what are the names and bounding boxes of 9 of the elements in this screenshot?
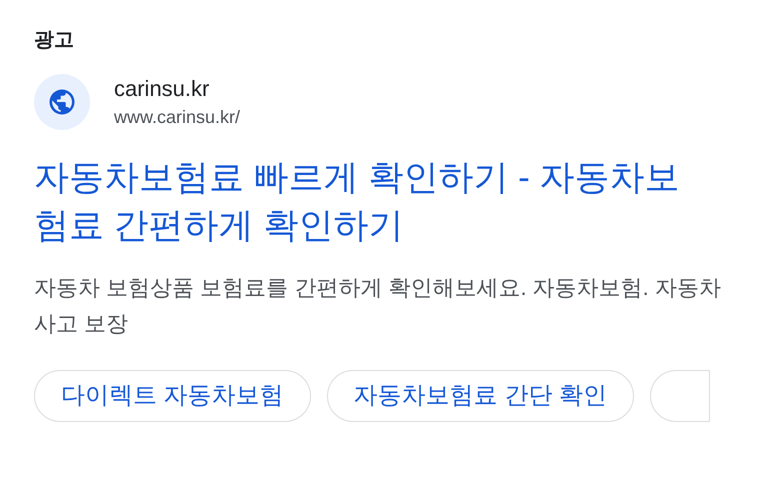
sitelink-chip[interactable]: 자동차보험료 간단 확인 bbox=[326, 370, 634, 422]
ad-title-link[interactable]: 자동차보험료 빠르게 확인하기 - 자동차보험료 간편하게 확인하기 bbox=[34, 154, 699, 250]
sitelink-chip[interactable]: 다이렉트 자동차보험 bbox=[34, 370, 311, 422]
site-url[interactable]: www.carinsu.kr/ bbox=[114, 104, 240, 130]
ad-description: 자동차 보험상품 보험료를 간편하게 확인해보세요. 자동차보험. 자동차사고 보장 bbox=[34, 274, 722, 338]
ad-label: 광고 bbox=[34, 28, 75, 53]
sitelink-chip[interactable] bbox=[650, 370, 710, 422]
site-name[interactable]: carinsu.kr bbox=[114, 74, 240, 104]
globe-icon bbox=[47, 87, 77, 117]
